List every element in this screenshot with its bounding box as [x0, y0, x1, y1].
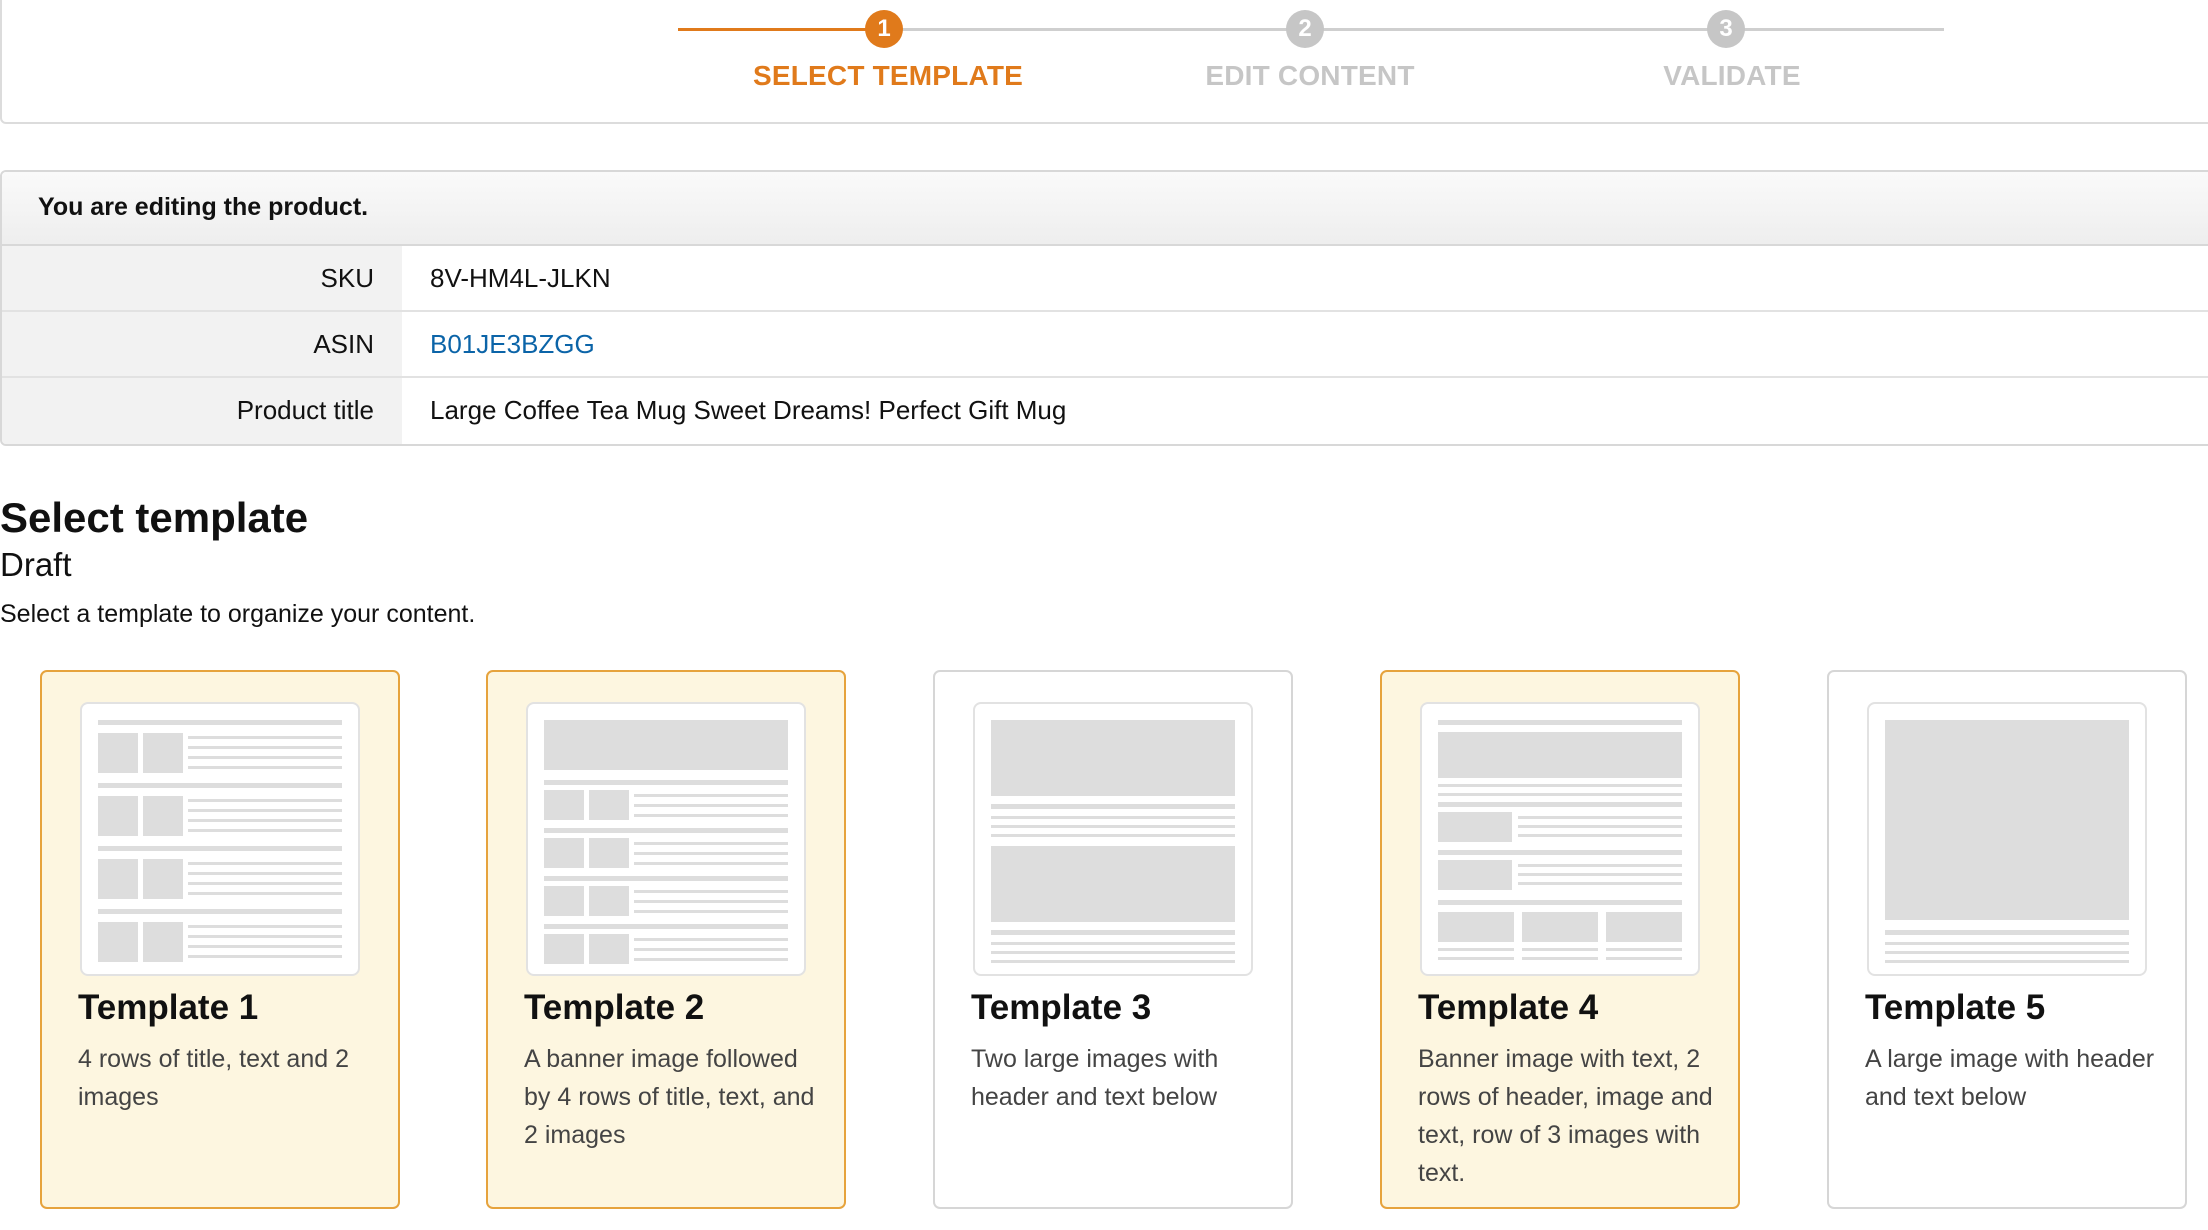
template-card-2[interactable]: Template 2 A banner image followed by 4 … [486, 670, 846, 1209]
template-4-description: Banner image with text, 2 rows of header… [1418, 1045, 1713, 1187]
product-row-sku: SKU 8V-HM4L-JLKN [2, 246, 2208, 312]
step-3-label: VALIDATE [1663, 60, 1801, 91]
draft-status: Draft [0, 546, 72, 583]
section-title: Select template [0, 494, 309, 541]
step-line-pending [884, 28, 1944, 31]
product-panel-header: You are editing the product. [2, 172, 2208, 246]
template-2-thumbnail [526, 702, 806, 976]
template-1-thumbnail [80, 702, 360, 976]
step-2-label: EDIT CONTENT [1205, 60, 1415, 91]
sku-label: SKU [2, 246, 402, 310]
template-4-thumbnail [1420, 702, 1700, 976]
template-2-description: A banner image followed by 4 rows of tit… [524, 1045, 815, 1149]
template-card-4[interactable]: Template 4 Banner image with text, 2 row… [1380, 670, 1740, 1209]
template-1-title: Template 1 [78, 988, 259, 1027]
progress-stepper: 1 2 3 SELECT TEMPLATE EDIT CONTENT VALID… [0, 0, 2208, 124]
step-1-label: SELECT TEMPLATE [752, 60, 1024, 91]
asin-label: ASIN [2, 312, 402, 376]
template-5-title: Template 5 [1865, 988, 2046, 1027]
template-3-thumbnail [973, 702, 1253, 976]
template-5-description: A large image with header and text below [1865, 1045, 2155, 1111]
template-2-title: Template 2 [524, 988, 705, 1027]
section-description: Select a template to organize your conte… [0, 600, 476, 628]
step-3-indicator: 3 [1707, 10, 1745, 48]
product-info-panel: You are editing the product. SKU 8V-HM4L… [0, 170, 2208, 446]
step-line-completed [678, 28, 884, 31]
template-card-3[interactable]: Template 3 Two large images with header … [933, 670, 1293, 1209]
template-3-description: Two large images with header and text be… [971, 1045, 1219, 1111]
template-1-description: 4 rows of title, text and 2 images [78, 1045, 349, 1111]
template-card-5[interactable]: Template 5 A large image with header and… [1827, 670, 2187, 1209]
template-5-thumbnail [1867, 702, 2147, 976]
sku-value: 8V-HM4L-JLKN [430, 263, 611, 293]
step-2-indicator: 2 [1286, 10, 1324, 48]
product-row-asin: ASIN B01JE3BZGG [2, 312, 2208, 378]
step-1-indicator: 1 [865, 10, 903, 48]
product-row-title: Product title Large Coffee Tea Mug Sweet… [2, 378, 2208, 444]
template-4-title: Template 4 [1418, 988, 1599, 1027]
product-title-label: Product title [2, 378, 402, 444]
template-3-title: Template 3 [971, 988, 1152, 1027]
product-title-value: Large Coffee Tea Mug Sweet Dreams! Perfe… [430, 395, 1067, 425]
asin-link[interactable]: B01JE3BZGG [430, 312, 595, 376]
template-card-1[interactable]: Template 1 4 rows of title, text and 2 i… [40, 670, 400, 1209]
